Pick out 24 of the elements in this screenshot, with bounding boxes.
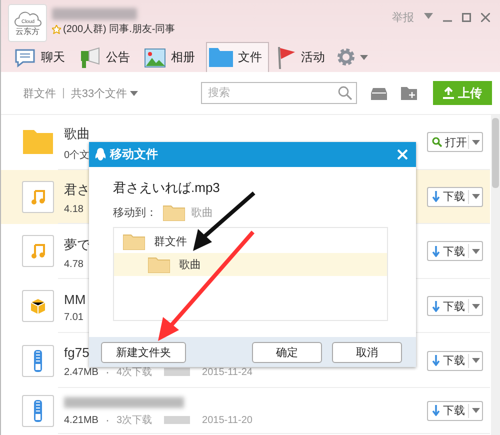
logo-text: 云东方 <box>16 26 40 36</box>
upload-date: 2015-11-20 <box>202 414 252 426</box>
dialog-title: 移动文件 <box>110 146 158 163</box>
destination-folder: 歌曲 <box>191 206 213 220</box>
file-name: 君さえいれば.mp3 <box>113 179 221 197</box>
file-size: 4.21MB <box>64 414 98 426</box>
file-name: 夢で <box>64 236 90 254</box>
move-to-label: 移动到： <box>113 206 157 220</box>
file-name: MM <box>64 292 86 308</box>
download-count: 3次下载 <box>116 414 152 428</box>
file-size: 4.78 <box>64 258 84 270</box>
file-size: 7.01 <box>64 312 84 324</box>
separator: | <box>62 87 65 99</box>
file-size: 0个文 <box>64 148 90 162</box>
file-size: 2.47MB <box>64 366 98 378</box>
upload-date: 2015-11-24 <box>202 366 252 378</box>
file-size: 4.18 <box>64 204 84 216</box>
dot-separator: · <box>105 413 110 428</box>
dot-separator: · <box>105 365 110 380</box>
file-name: fg75 <box>64 345 90 360</box>
group-info: (200人群) 同事.朋友-同事 <box>63 22 176 36</box>
download-count: 4次下载 <box>116 366 152 380</box>
file-name: 歌曲 <box>64 125 90 144</box>
file-name: 君さ <box>64 181 90 200</box>
